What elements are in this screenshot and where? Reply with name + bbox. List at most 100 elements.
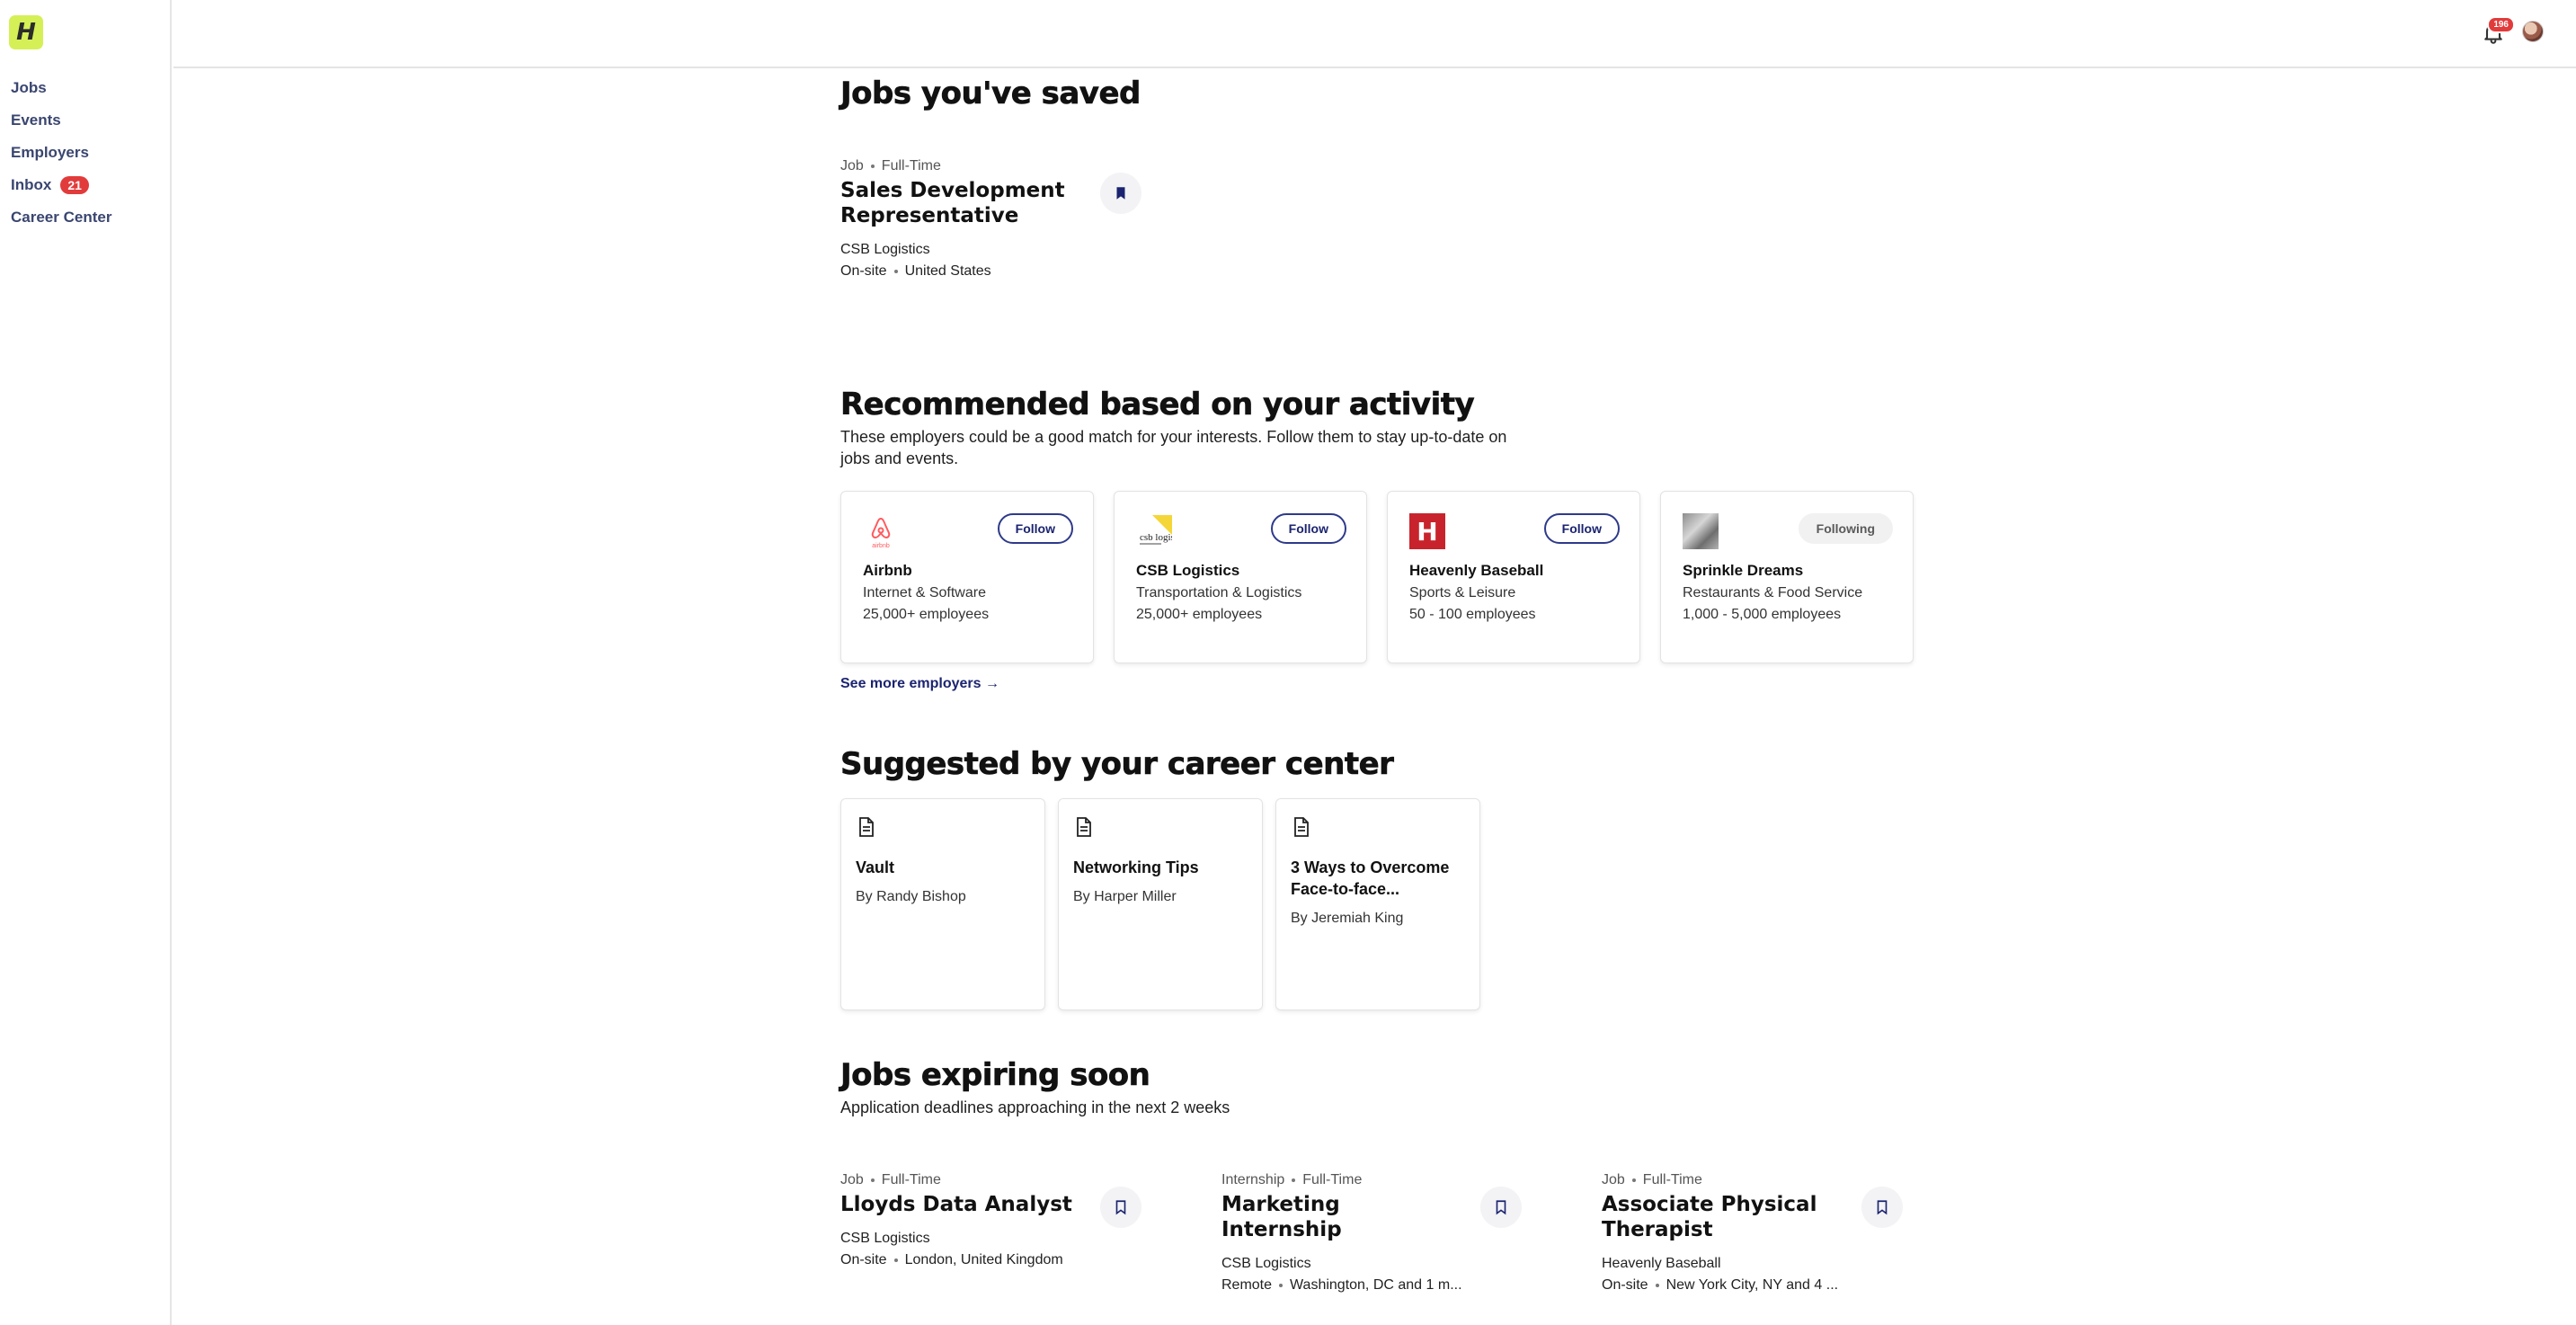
job-company: CSB Logistics xyxy=(840,242,930,257)
bookmark-button[interactable] xyxy=(1480,1187,1522,1228)
employer-size: 25,000+ employees xyxy=(1136,607,1263,622)
job-title[interactable]: Associate Physical Therapist xyxy=(1602,1192,1844,1242)
job-workplace: Remote xyxy=(1221,1277,1273,1293)
follow-button[interactable]: Follow xyxy=(1543,513,1620,544)
bookmark-icon xyxy=(1496,1200,1506,1215)
job-schedule: Full-Time xyxy=(1302,1172,1363,1187)
sidebar-item-inbox[interactable]: Inbox 21 xyxy=(11,169,111,201)
job-location-line: Remote Washington, DC and 1 m... xyxy=(1221,1275,1572,1296)
suggested-heading: Suggested by your career center xyxy=(840,746,1395,783)
employer-card-sprinkle-dreams[interactable]: Following Sprinkle Dreams Restaurants & … xyxy=(1660,491,1914,663)
sidebar-item-career-center[interactable]: Career Center xyxy=(11,201,111,234)
heavenly-baseball-logo: H xyxy=(1409,513,1445,549)
sidebar-item-label: Jobs xyxy=(11,79,47,96)
csb-logo-text: csb logistics xyxy=(1140,532,1172,543)
employer-name: Airbnb xyxy=(863,562,912,579)
job-type: Job xyxy=(1602,1172,1625,1187)
employer-card-airbnb[interactable]: airbnb Follow Airbnb Internet & Software… xyxy=(840,491,1094,663)
bookmark-button[interactable] xyxy=(1100,1187,1141,1228)
sidebar-item-jobs[interactable]: Jobs xyxy=(11,72,111,104)
job-meta: Job Full-Time xyxy=(840,1172,1191,1188)
expiring-job-card[interactable]: Internship Full-Time Marketing Internship… xyxy=(1221,1172,1572,1296)
job-title[interactable]: Marketing Internship xyxy=(1221,1192,1464,1242)
resource-title: 3 Ways to Overcome Face-to-face... xyxy=(1291,858,1450,898)
document-icon xyxy=(1077,817,1091,837)
expiring-heading: Jobs expiring soon xyxy=(840,1057,1150,1094)
expiring-job-card[interactable]: Job Full-Time Lloyds Data Analyst CSB Log… xyxy=(840,1172,1191,1271)
csb-logo-icon: csb logistics xyxy=(1140,515,1172,545)
resource-title: Networking Tips xyxy=(1073,858,1199,876)
employer-size: 50 - 100 employees xyxy=(1409,607,1536,622)
bookmark-icon xyxy=(1877,1200,1888,1215)
employer-name: Sprinkle Dreams xyxy=(1683,562,1804,579)
bookmark-button[interactable] xyxy=(1100,173,1141,214)
job-location: New York City, NY and 4 ... xyxy=(1666,1277,1839,1293)
resource-card[interactable]: 3 Ways to Overcome Face-to-face... By Je… xyxy=(1275,798,1480,1010)
separator-dot xyxy=(1631,1178,1636,1182)
sidebar-item-employers[interactable]: Employers xyxy=(11,137,111,169)
resource-author: By Harper Miller xyxy=(1073,889,1177,904)
top-bar: 196 xyxy=(173,0,2576,68)
see-more-employers-link[interactable]: See more employers → xyxy=(840,676,999,692)
employer-size: 1,000 - 5,000 employees xyxy=(1683,607,1842,622)
job-workplace: On-site xyxy=(840,1252,887,1267)
app-logo[interactable]: H xyxy=(9,15,43,49)
job-location-line: On-site United States xyxy=(840,261,1191,282)
document-icon xyxy=(1294,817,1309,837)
job-location: Washington, DC and 1 m... xyxy=(1290,1277,1462,1293)
job-location: United States xyxy=(904,263,991,279)
resource-card[interactable]: Networking Tips By Harper Miller xyxy=(1058,798,1263,1010)
follow-button[interactable]: Follow xyxy=(997,513,1073,544)
follow-button[interactable]: Follow xyxy=(1270,513,1346,544)
job-meta: Job Full-Time xyxy=(840,158,1191,174)
sidebar-nav: Jobs Events Employers Inbox 21 Career Cen… xyxy=(11,72,111,234)
saved-jobs-heading: Jobs you've saved xyxy=(840,76,1141,112)
recommended-heading: Recommended based on your activity xyxy=(840,387,1475,423)
job-type: Job xyxy=(840,158,864,173)
employer-size: 25,000+ employees xyxy=(863,607,990,622)
sidebar-item-events[interactable]: Events xyxy=(11,104,111,137)
bookmark-icon xyxy=(1115,1200,1126,1215)
sidebar: H Jobs Events Employers Inbox 21 Career C… xyxy=(0,0,172,1325)
employer-name: CSB Logistics xyxy=(1136,562,1240,579)
separator-dot xyxy=(1279,1284,1284,1287)
job-title[interactable]: Sales Development Representative xyxy=(840,178,1083,228)
separator-dot xyxy=(870,165,875,168)
job-workplace: On-site xyxy=(840,263,887,279)
bookmark-filled-icon xyxy=(1116,187,1125,200)
inbox-count-badge: 21 xyxy=(60,176,89,194)
resource-author: By Randy Bishop xyxy=(856,889,966,904)
following-button[interactable]: Following xyxy=(1798,513,1893,544)
airbnb-logo-text: airbnb xyxy=(872,543,890,549)
saved-job-card[interactable]: Job Full-Time Sales Development Represent… xyxy=(840,158,1191,282)
separator-dot xyxy=(1292,1178,1296,1182)
airbnb-logo-icon: airbnb xyxy=(871,517,891,549)
airbnb-logo: airbnb xyxy=(863,513,899,549)
resource-author: By Jeremiah King xyxy=(1291,911,1404,926)
job-company: Heavenly Baseball xyxy=(1602,1256,1721,1271)
job-workplace: On-site xyxy=(1602,1277,1648,1293)
job-location-line: On-site London, United Kingdom xyxy=(840,1249,1191,1271)
separator-dot xyxy=(893,270,898,273)
job-company: CSB Logistics xyxy=(1221,1256,1311,1271)
separator-dot xyxy=(1655,1284,1659,1287)
job-schedule: Full-Time xyxy=(881,158,941,173)
separator-dot xyxy=(893,1258,898,1262)
sprinkle-dreams-logo xyxy=(1683,513,1719,549)
bookmark-button[interactable] xyxy=(1861,1187,1903,1228)
job-schedule: Full-Time xyxy=(1642,1172,1702,1187)
avatar[interactable] xyxy=(2522,21,2544,42)
employer-industry: Internet & Software xyxy=(863,585,986,600)
employer-name: Heavenly Baseball xyxy=(1409,562,1544,579)
resource-card[interactable]: Vault By Randy Bishop xyxy=(840,798,1045,1010)
job-title[interactable]: Lloyds Data Analyst xyxy=(840,1192,1083,1217)
employer-industry: Transportation & Logistics xyxy=(1136,585,1302,600)
expiring-description: Application deadlines approaching in the… xyxy=(840,1098,1230,1116)
employer-card-heavenly-baseball[interactable]: H Follow Heavenly Baseball Sports & Leis… xyxy=(1387,491,1640,663)
notification-badge: 196 xyxy=(2487,16,2515,33)
employer-card-csb-logistics[interactable]: csb logistics Follow CSB Logistics Trans… xyxy=(1114,491,1367,663)
resource-title: Vault xyxy=(856,858,895,876)
expiring-job-card[interactable]: Job Full-Time Associate Physical Therapis… xyxy=(1602,1172,1952,1296)
document-icon xyxy=(859,817,874,837)
job-company: CSB Logistics xyxy=(840,1231,930,1246)
